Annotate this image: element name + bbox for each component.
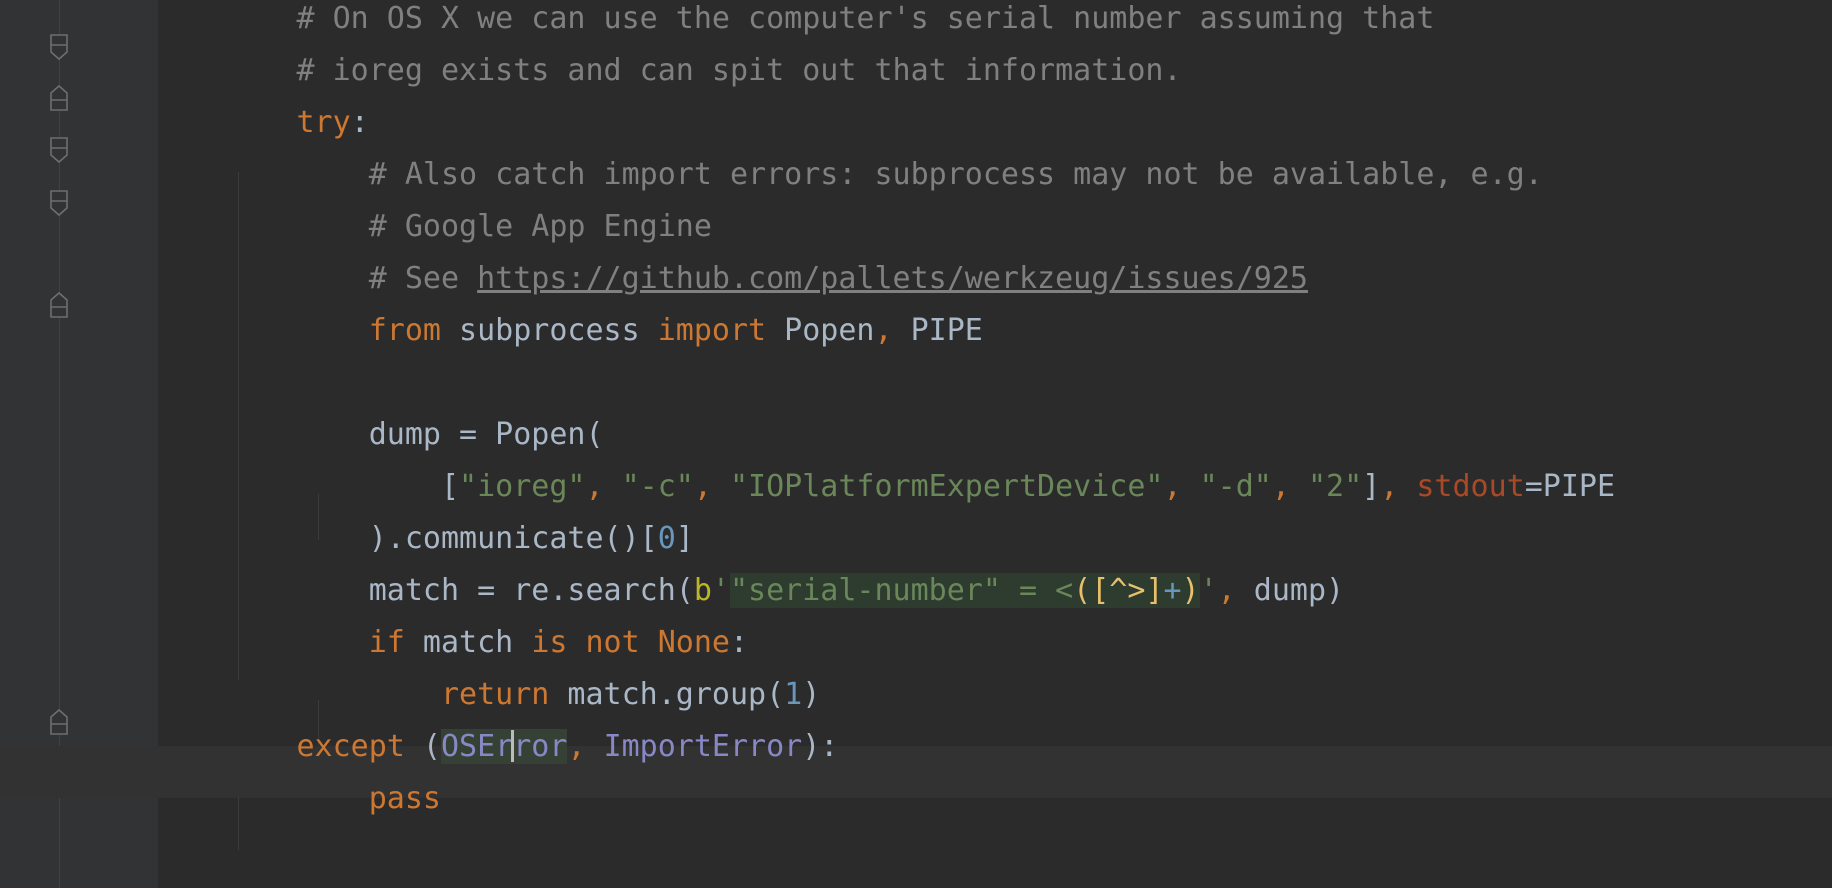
code-token: =PIPE xyxy=(1524,469,1616,504)
code-token: b xyxy=(693,573,712,608)
code-token: , xyxy=(567,729,604,764)
code-token: # On OS X we can use the computer's seri… xyxy=(296,1,1435,36)
code-token: , xyxy=(1163,469,1200,504)
code-token: # ioreg exists and can spit out that inf… xyxy=(296,53,1182,88)
code-line[interactable]: # Also catch import errors: subprocess m… xyxy=(152,149,1543,201)
code-token: , xyxy=(693,469,730,504)
code-token: pass xyxy=(368,781,441,816)
code-line[interactable]: except (OSError, ImportError): xyxy=(152,721,838,773)
code-token: [ xyxy=(1091,573,1110,608)
code-token: ror xyxy=(513,729,568,764)
code-token: : xyxy=(730,625,749,660)
code-line[interactable]: # See https://github.com/pallets/werkzeu… xyxy=(152,253,1308,305)
fold-end-icon[interactable] xyxy=(48,708,70,736)
text-caret xyxy=(511,729,515,762)
code-line[interactable]: match = re.search(b'"serial-number" = <(… xyxy=(152,565,1344,617)
code-token: try xyxy=(296,105,351,140)
fold-end-icon[interactable] xyxy=(48,84,70,112)
code-token: "-c" xyxy=(621,469,694,504)
code-token: Popen xyxy=(766,313,875,348)
code-line[interactable]: ["ioreg", "-c", "IOPlatformExpertDevice"… xyxy=(152,461,1615,513)
code-line[interactable]: # ioreg exists and can spit out that inf… xyxy=(152,45,1182,97)
code-token: "-d" xyxy=(1199,469,1272,504)
code-token: match = re.search( xyxy=(368,573,694,608)
code-token: ): xyxy=(802,729,839,764)
code-token: dump) xyxy=(1253,573,1345,608)
code-token: if xyxy=(368,625,405,660)
code-line[interactable]: dump = Popen( xyxy=(152,409,604,461)
code-token: return xyxy=(440,677,550,712)
fold-end-icon[interactable] xyxy=(48,291,70,319)
code-token: PIPE xyxy=(892,313,983,348)
code-token: "serial-number" = < xyxy=(729,573,1074,608)
code-token: except xyxy=(296,729,405,764)
code-token: ) xyxy=(1181,573,1200,608)
code-token: stdout xyxy=(1416,469,1525,504)
code-token: ImportError xyxy=(603,729,803,764)
code-token: ) xyxy=(802,677,821,712)
code-token: ' xyxy=(1199,573,1218,608)
code-token: ] xyxy=(1145,573,1164,608)
code-token: , xyxy=(1380,469,1417,504)
code-token: ] xyxy=(1362,469,1381,504)
code-token: ] xyxy=(675,521,694,556)
code-line[interactable]: pass xyxy=(152,773,441,825)
fold-start-icon[interactable] xyxy=(48,136,70,164)
code-line[interactable]: try: xyxy=(152,97,369,149)
code-token: import xyxy=(657,313,767,348)
code-token: , xyxy=(585,469,622,504)
code-token: is not None xyxy=(531,625,730,660)
code-token: + xyxy=(1163,573,1182,608)
code-token: , xyxy=(1217,573,1254,608)
code-token: # Also catch import errors: subprocess m… xyxy=(368,157,1543,192)
fold-start-icon[interactable] xyxy=(48,33,70,61)
code-token: 0 xyxy=(657,521,676,556)
code-token: # Google App Engine xyxy=(368,209,712,244)
code-token: OSEr xyxy=(441,729,514,764)
code-token: "IOPlatformExpertDevice" xyxy=(729,469,1164,504)
code-token: , xyxy=(1271,469,1308,504)
fold-start-icon[interactable] xyxy=(48,189,70,217)
code-token: ( xyxy=(404,729,441,764)
code-token: 1 xyxy=(784,677,803,712)
code-token: "2" xyxy=(1307,469,1363,504)
code-line[interactable]: ).communicate()[0] xyxy=(152,513,694,565)
code-token: from xyxy=(368,313,441,348)
code-token: subprocess xyxy=(441,313,658,348)
code-token: ).communicate()[ xyxy=(368,521,658,556)
url-link[interactable]: https://github.com/pallets/werkzeug/issu… xyxy=(477,261,1308,296)
code-token: dump = Popen( xyxy=(368,417,604,452)
code-token: ' xyxy=(711,573,730,608)
code-line[interactable]: from subprocess import Popen, PIPE xyxy=(152,305,983,357)
code-line[interactable]: # Google App Engine xyxy=(152,201,712,253)
code-token: "ioreg" xyxy=(459,469,586,504)
code-token: , xyxy=(874,313,893,348)
code-token: ( xyxy=(1073,573,1092,608)
code-line[interactable]: # On OS X we can use the computer's seri… xyxy=(152,0,1435,45)
code-token: [ xyxy=(440,469,460,504)
code-token: : xyxy=(350,105,369,140)
code-token: match.group( xyxy=(549,677,785,712)
code-line[interactable]: if match is not None: xyxy=(152,617,748,669)
code-line[interactable]: return match.group(1) xyxy=(152,669,820,721)
code-editor[interactable]: # On OS X we can use the computer's seri… xyxy=(0,0,1832,888)
code-token: ^> xyxy=(1109,573,1146,608)
code-token: match xyxy=(404,625,532,660)
code-token: # See xyxy=(368,261,478,296)
